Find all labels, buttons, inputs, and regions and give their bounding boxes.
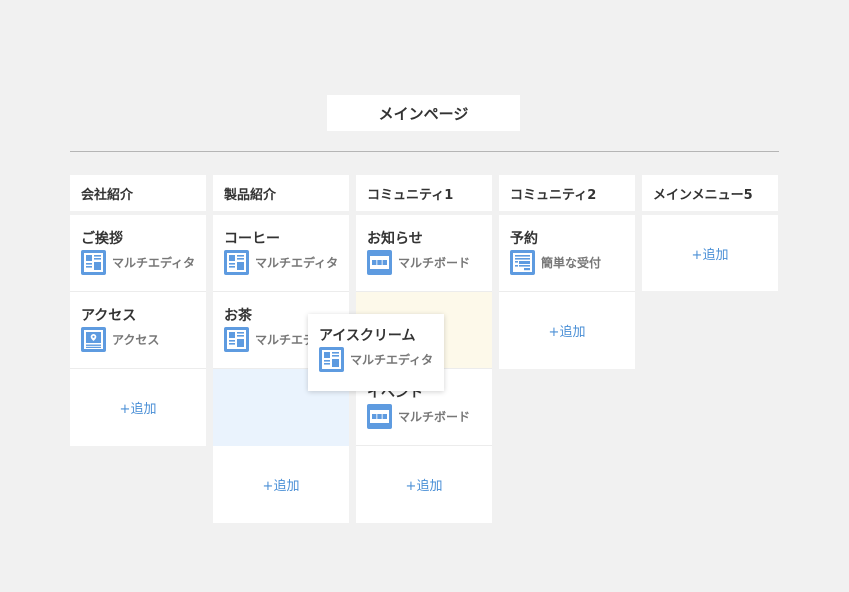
multi-board-icon [367,250,392,275]
card-title: 予約 [510,231,538,247]
column-header[interactable]: メインメニュー5 [642,175,778,211]
card-type-label: マルチエディタ [112,256,196,270]
add-button[interactable]: +追加 [70,369,206,446]
page-card[interactable]: 予約 簡単な受付 [499,215,635,292]
column-header[interactable]: コミュニティ1 [356,175,492,211]
card-type-label: マルチボード [398,256,471,270]
column-header[interactable]: 会社紹介 [70,175,206,211]
card-type-label: 簡単な受付 [541,256,602,270]
card-title: アイスクリーム [319,328,416,344]
add-button[interactable]: +追加 [356,446,492,523]
card-type-label: アクセス [112,333,160,347]
card-type-label: マルチボード [398,410,471,424]
form-icon [510,250,535,275]
multi-board-icon [367,404,392,429]
card-type-label: マルチエディタ [350,353,434,367]
card-title: ご挨拶 [81,231,123,247]
page-card[interactable]: お知らせ マルチボード [356,215,492,292]
multi-editor-icon [224,327,249,352]
card-title: アクセス [81,308,137,324]
page-card[interactable]: アクセス アクセス [70,292,206,369]
page-card[interactable]: コーヒー マルチエディタ [213,215,349,292]
column-header[interactable]: 製品紹介 [213,175,349,211]
card-title: コーヒー [224,231,280,247]
dragging-page-card[interactable]: アイスクリーム マルチエディタ [308,314,444,391]
multi-editor-icon [319,347,344,372]
page-card[interactable]: ご挨拶 マルチエディタ [70,215,206,292]
page-title[interactable]: メインページ [327,95,520,131]
map-pin-icon [81,327,106,352]
menu-column-community2: コミュニティ2 予約 簡単な受付 +追加 [499,175,635,369]
multi-editor-icon [81,250,106,275]
column-header[interactable]: コミュニティ2 [499,175,635,211]
card-title: お知らせ [367,231,423,247]
menu-column-company: 会社紹介 ご挨拶 マルチエディタ アクセス アクセス +追加 [70,175,206,446]
card-type-label: マルチエディタ [255,256,339,270]
add-button[interactable]: +追加 [499,292,635,369]
add-button[interactable]: +追加 [213,446,349,523]
menu-column-main5: メインメニュー5 +追加 [642,175,778,291]
divider [70,151,779,152]
multi-editor-icon [224,250,249,275]
add-button[interactable]: +追加 [642,215,778,291]
